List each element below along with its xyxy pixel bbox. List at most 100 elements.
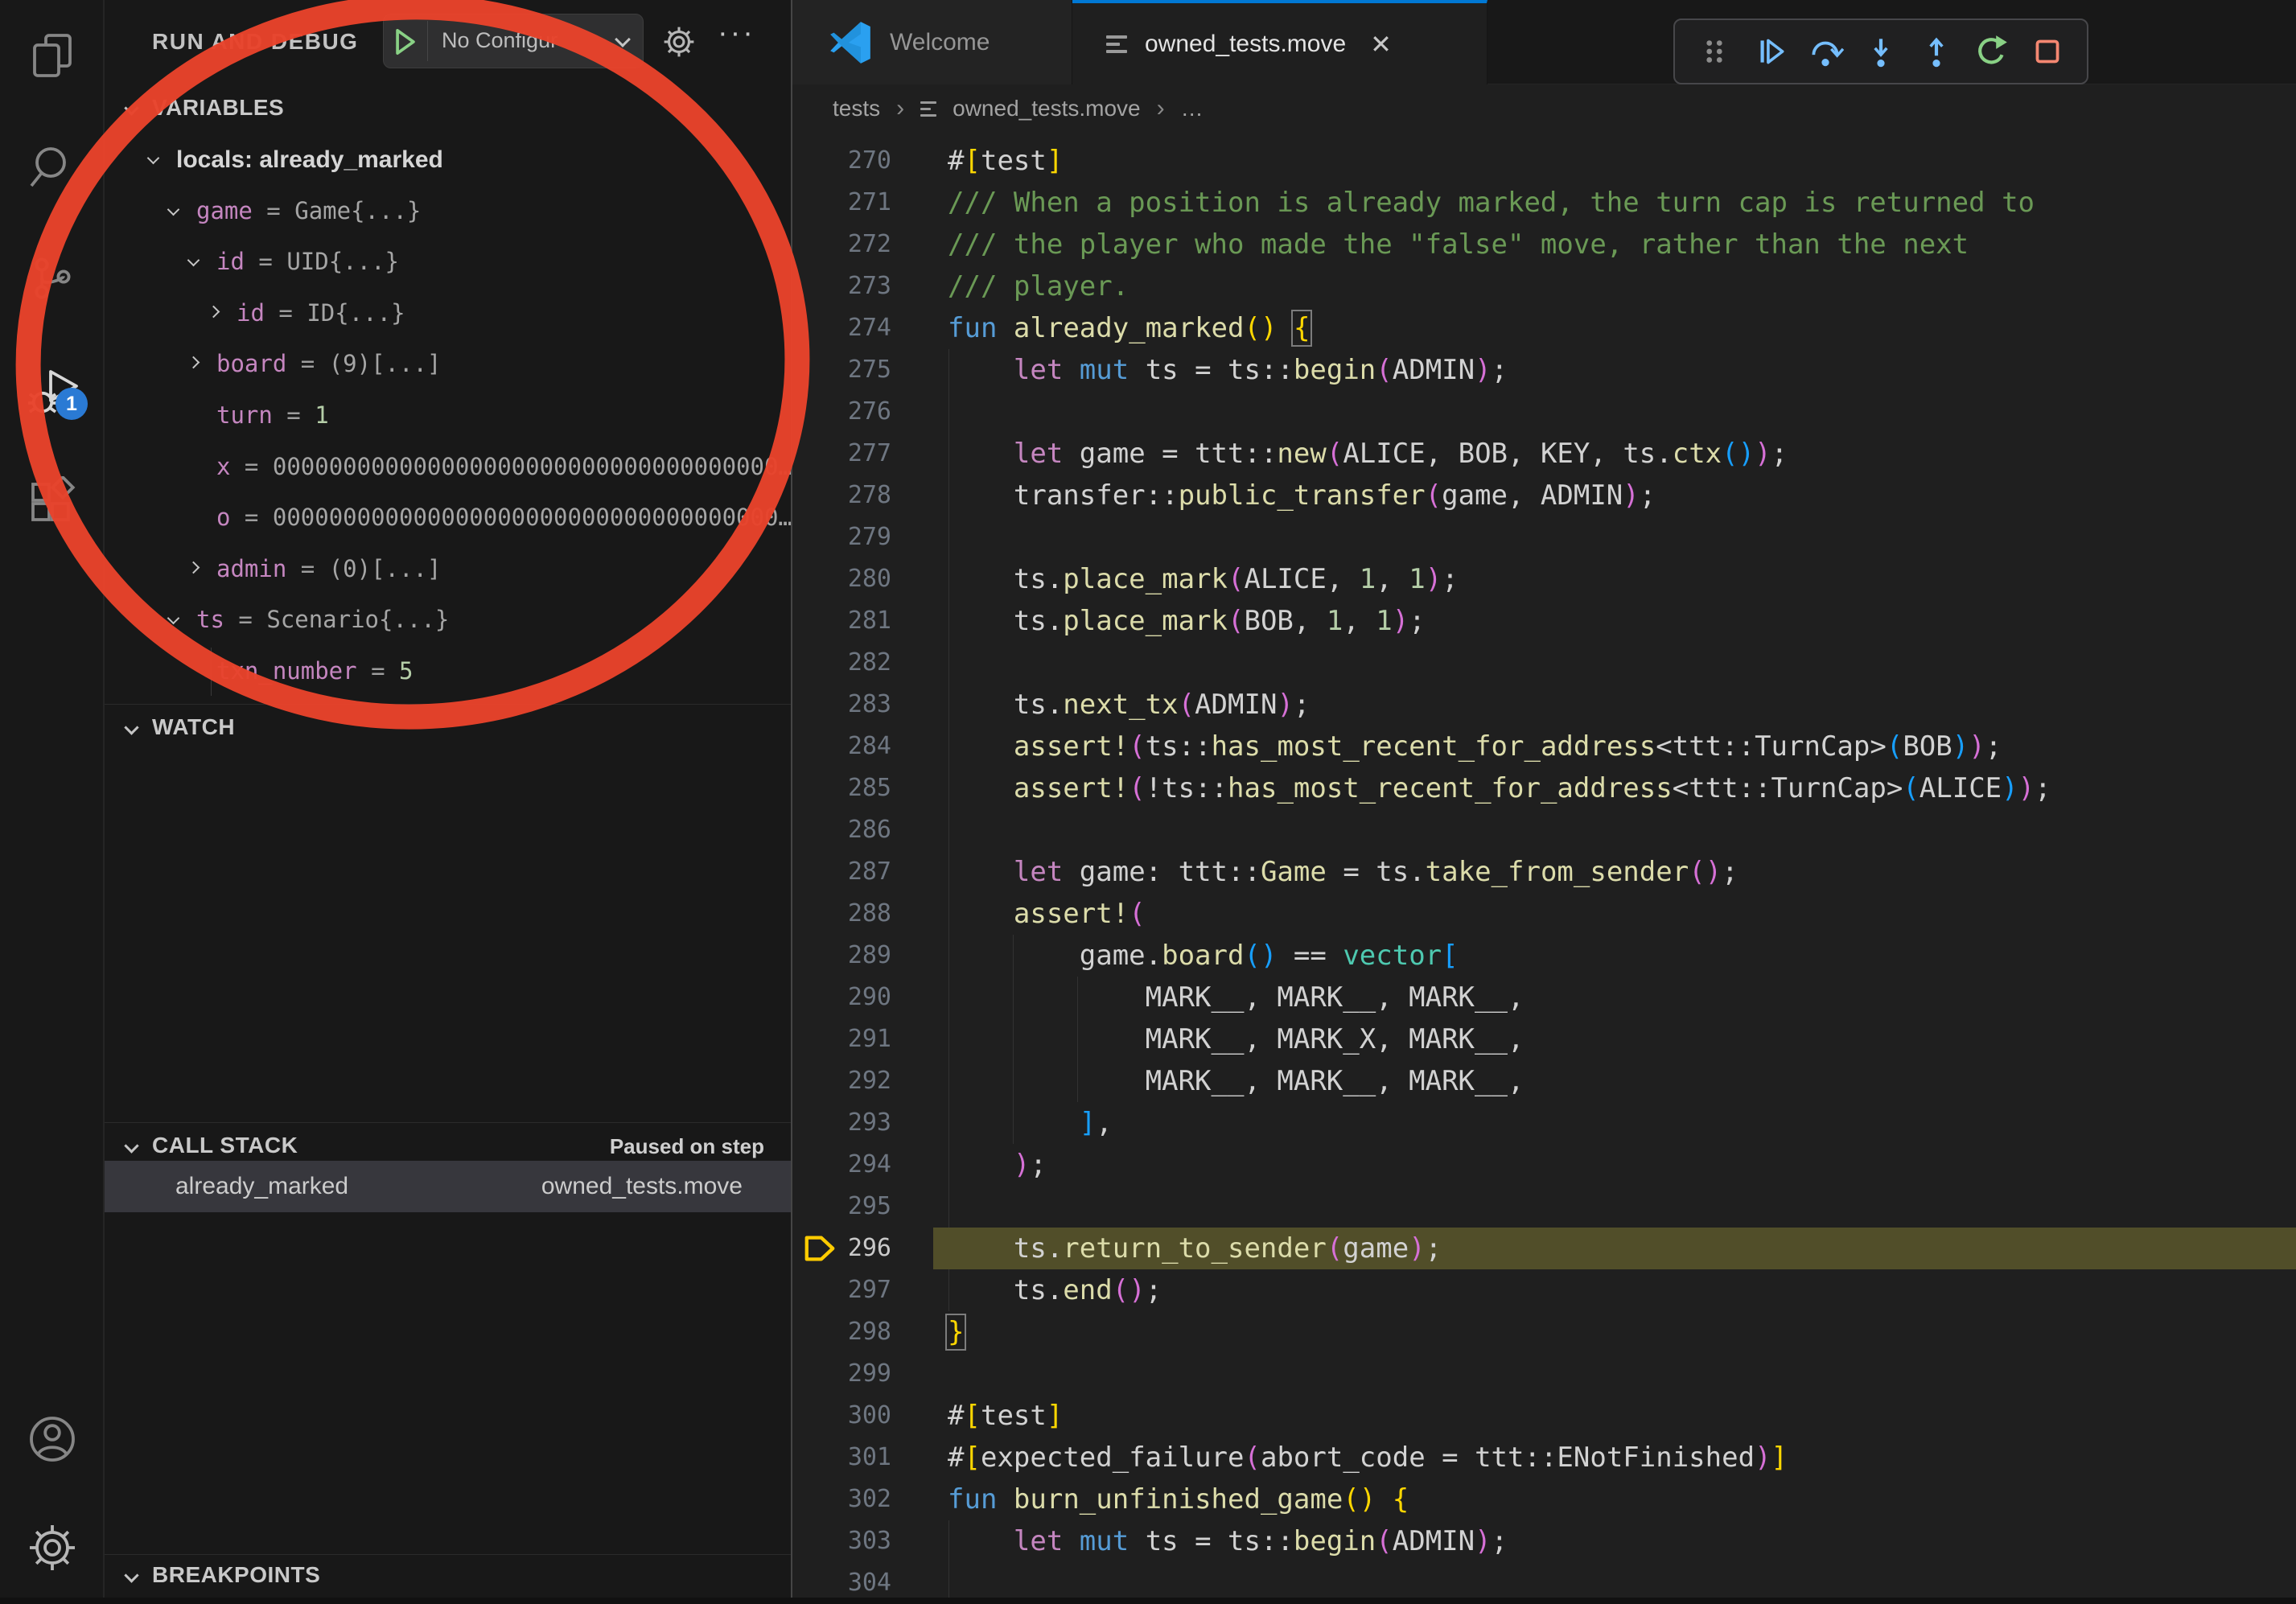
explorer-icon[interactable] (27, 31, 78, 82)
search-icon[interactable] (27, 142, 78, 194)
code-line[interactable]: 275 let mut ts = ts::begin(ADMIN); (792, 349, 2296, 391)
variable-row[interactable]: x = 000000000000000000000000000000000000… (105, 441, 791, 492)
code-line[interactable]: 293 ], (792, 1102, 2296, 1144)
line-number[interactable]: 303 (792, 1520, 891, 1562)
line-number[interactable]: 291 (792, 1018, 891, 1060)
code-line[interactable]: 297 ts.end(); (792, 1269, 2296, 1311)
code-line[interactable]: 294 ); (792, 1144, 2296, 1186)
code-line[interactable]: 287 let game: ttt::Game = ts.take_from_s… (792, 851, 2296, 893)
code-line[interactable]: 304 (792, 1562, 2296, 1604)
code-line[interactable]: 291 MARK__, MARK_X, MARK__, (792, 1018, 2296, 1060)
line-number[interactable]: 270 (792, 140, 891, 182)
line-number[interactable]: 288 (792, 893, 891, 935)
line-number[interactable]: 280 (792, 558, 891, 600)
line-number[interactable]: 289 (792, 935, 891, 977)
line-number[interactable]: 302 (792, 1479, 891, 1520)
variable-row[interactable]: id = ID{...} (105, 287, 791, 339)
code-line[interactable]: 274fun already_marked() { (792, 307, 2296, 349)
line-number[interactable]: 298 (792, 1311, 891, 1353)
code-line[interactable]: 285 assert!(!ts::has_most_recent_for_add… (792, 767, 2296, 809)
code-line[interactable]: 270#[test] (792, 140, 2296, 182)
line-number[interactable]: 276 (792, 391, 891, 433)
line-number[interactable]: 278 (792, 475, 891, 516)
extensions-icon[interactable] (27, 476, 78, 528)
code-line[interactable]: 298} (792, 1311, 2296, 1353)
variable-row[interactable]: id = UID{...} (105, 236, 791, 287)
drag-handle-icon[interactable] (1696, 33, 1733, 70)
code-line[interactable]: 300#[test] (792, 1395, 2296, 1437)
line-number[interactable]: 294 (792, 1144, 891, 1186)
line-number[interactable]: 287 (792, 851, 891, 893)
line-number[interactable]: 283 (792, 684, 891, 726)
debug-settings-gear-icon[interactable] (662, 25, 696, 63)
chevron-down-icon[interactable] (124, 1568, 138, 1582)
line-number[interactable]: 272 (792, 224, 891, 265)
source-control-icon[interactable] (27, 253, 78, 304)
code-line[interactable]: 278 transfer::public_transfer(game, ADMI… (792, 475, 2296, 516)
continue-button[interactable] (1751, 33, 1788, 70)
settings-gear-icon[interactable] (27, 1522, 78, 1573)
line-number[interactable]: 304 (792, 1562, 891, 1604)
breakpoints-section-header[interactable]: BREAKPOINTS (152, 1562, 320, 1588)
variable-row[interactable]: ts = Scenario{...} (105, 594, 791, 645)
run-and-debug-icon[interactable]: 1 (27, 365, 78, 417)
variable-row[interactable]: game = Game{...} (105, 185, 791, 236)
line-number[interactable]: 301 (792, 1437, 891, 1479)
line-number[interactable]: 273 (792, 265, 891, 307)
variable-row[interactable]: turn = 1 (105, 389, 791, 441)
code-line[interactable]: 279 (792, 516, 2296, 558)
variable-row[interactable]: board = (9)[...] (105, 338, 791, 389)
variables-scope-row[interactable]: locals: already_marked (105, 134, 791, 185)
step-over-button[interactable] (1807, 33, 1844, 70)
line-number[interactable]: 292 (792, 1060, 891, 1102)
chevron-down-icon[interactable] (124, 101, 138, 115)
code-line[interactable]: 273/// player. (792, 265, 2296, 307)
current-debug-line[interactable]: 296 ts.return_to_sender(game); (792, 1228, 2296, 1269)
restart-button[interactable] (1973, 33, 2010, 70)
variable-row[interactable]: admin = (0)[...] (105, 543, 791, 594)
call-stack-frame-row[interactable]: already_marked owned_tests.move (105, 1161, 791, 1212)
stop-button[interactable] (2029, 33, 2066, 70)
line-number[interactable]: 286 (792, 809, 891, 851)
sidebar-resize-sash[interactable] (791, 0, 792, 1598)
code-line[interactable]: 301#[expected_failure(abort_code = ttt::… (792, 1437, 2296, 1479)
code-line[interactable]: 283 ts.next_tx(ADMIN); (792, 684, 2296, 726)
variable-row[interactable]: txn_number = 5 (105, 645, 791, 697)
step-out-button[interactable] (1918, 33, 1955, 70)
chevron-down-icon[interactable] (124, 1138, 138, 1153)
code-line[interactable]: 280 ts.place_mark(ALICE, 1, 1); (792, 558, 2296, 600)
code-line[interactable]: 303 let mut ts = ts::begin(ADMIN); (792, 1520, 2296, 1562)
code-line[interactable]: 288 assert!( (792, 893, 2296, 935)
code-line[interactable]: 284 assert!(ts::has_most_recent_for_addr… (792, 726, 2296, 767)
chevron-down-icon[interactable] (124, 720, 138, 734)
code-line[interactable]: 282 (792, 642, 2296, 684)
watch-section-header[interactable]: WATCH (152, 714, 235, 740)
line-number[interactable]: 282 (792, 642, 891, 684)
line-number[interactable]: 299 (792, 1353, 891, 1395)
code-line[interactable]: 302fun burn_unfinished_game() { (792, 1479, 2296, 1520)
code-line[interactable]: 289 game.board() == vector[ (792, 935, 2296, 977)
code-line[interactable]: 281 ts.place_mark(BOB, 1, 1); (792, 600, 2296, 642)
variables-section-header[interactable]: VARIABLES (152, 95, 284, 121)
code-line[interactable]: 276 (792, 391, 2296, 433)
more-actions-icon[interactable]: ··· (718, 16, 755, 51)
code-line[interactable]: 271/// When a position is already marked… (792, 182, 2296, 224)
code-line[interactable]: 277 let game = ttt::new(ALICE, BOB, KEY,… (792, 433, 2296, 475)
line-number[interactable]: 279 (792, 516, 891, 558)
code-line[interactable]: 299 (792, 1353, 2296, 1395)
line-number[interactable]: 284 (792, 726, 891, 767)
code-line[interactable]: 295 (792, 1186, 2296, 1228)
code-line[interactable]: 272/// the player who made the "false" m… (792, 224, 2296, 265)
variable-row[interactable]: o = 000000000000000000000000000000000000… (105, 491, 791, 543)
line-number[interactable]: 300 (792, 1395, 891, 1437)
code-line[interactable]: 290 MARK__, MARK__, MARK__, (792, 977, 2296, 1018)
code-line[interactable]: 286 (792, 809, 2296, 851)
account-icon[interactable] (27, 1413, 78, 1465)
line-number[interactable]: 297 (792, 1269, 891, 1311)
line-number[interactable]: 293 (792, 1102, 891, 1144)
call-stack-section-header[interactable]: CALL STACK (152, 1133, 298, 1158)
line-number[interactable]: 290 (792, 977, 891, 1018)
line-number[interactable]: 274 (792, 307, 891, 349)
line-number[interactable]: 281 (792, 600, 891, 642)
code-editor[interactable]: 270#[test]271/// When a position is alre… (792, 0, 2296, 1598)
